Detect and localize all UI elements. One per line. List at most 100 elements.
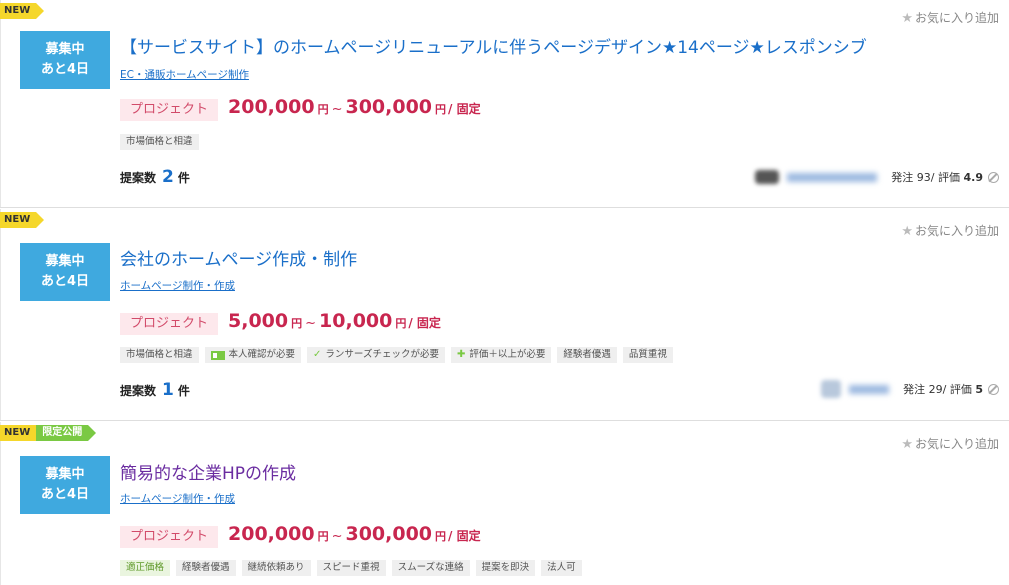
- user-plus-icon: ✚: [456, 349, 466, 360]
- tag: 市場価格と相違: [120, 347, 199, 363]
- tag-label: ランサーズチェックが必要: [325, 349, 439, 360]
- proposals-unit: 件: [177, 384, 190, 398]
- favorite-button[interactable]: ★ お気に入り追加: [901, 222, 999, 239]
- badges: NEW 限定公開: [0, 425, 97, 441]
- client-name-link[interactable]: [787, 172, 878, 182]
- client-rating-label: 評価: [949, 383, 972, 396]
- favorite-label: お気に入り追加: [914, 437, 999, 451]
- job-title-link[interactable]: 【サービスサイト】のホームページリニューアルに伴うページデザイン★14ページ★レ…: [120, 33, 867, 58]
- price-type: / 固定: [448, 529, 481, 543]
- status-label: 募集中: [45, 467, 85, 482]
- days-left: あと4日: [40, 62, 90, 77]
- new-badge: NEW: [0, 212, 45, 228]
- proposals-unit: 件: [177, 171, 190, 185]
- favorite-button[interactable]: ★ お気に入り追加: [901, 435, 999, 452]
- client-rating-label: 評価: [938, 171, 960, 184]
- status-label: 募集中: [45, 42, 85, 57]
- shield-check-icon: ✓: [313, 349, 322, 360]
- id-card-icon: [210, 350, 225, 360]
- price-tilde: ~: [331, 529, 343, 544]
- price-high: 10,000: [319, 310, 393, 332]
- category-link[interactable]: ホームページ制作・作成: [120, 278, 235, 293]
- favorite-label: お気に入り追加: [914, 224, 999, 238]
- block-icon[interactable]: [988, 171, 999, 183]
- client-avatar[interactable]: [821, 380, 842, 398]
- proposal-count: 提案数 1 件: [120, 380, 190, 400]
- tag: ✓ ランサーズチェックが必要: [307, 347, 445, 363]
- yen-unit: 円: [395, 317, 407, 330]
- price-high: 300,000: [345, 523, 433, 545]
- tag-list: 適正価格 経験者優遇 継続依頼あり スピード重視 スムーズな連絡 提案を即決 法…: [120, 560, 582, 576]
- yen-unit: 円: [291, 317, 303, 330]
- tag: 品質重視: [622, 347, 673, 363]
- proposals-number: 1: [162, 380, 174, 400]
- star-icon: ★: [901, 11, 913, 26]
- badges: NEW: [0, 212, 45, 228]
- new-badge: NEW: [0, 3, 45, 19]
- client-rating: 4.9: [963, 170, 984, 184]
- limited-badge: 限定公開: [36, 425, 97, 441]
- days-left: あと4日: [40, 274, 90, 289]
- client-orders: 発注 93/: [891, 171, 935, 184]
- tag: ✚ 評価＋以上が必要: [450, 347, 552, 363]
- tag: 経験者優遇: [557, 347, 617, 363]
- tag-list: 市場価格と相違 本人確認が必要 ✓ ランサーズチェックが必要 ✚ 評価＋以上が必要 …: [120, 347, 673, 363]
- tag-list: 市場価格と相違: [120, 134, 199, 150]
- client-info: 発注 29/ 評価 5: [821, 380, 999, 398]
- category-link[interactable]: EC・通販ホームページ制作: [120, 67, 249, 82]
- status-badge: 募集中 あと4日: [20, 31, 110, 89]
- tag: 市場価格と相違: [120, 134, 199, 150]
- client-orders: 発注 29/: [903, 383, 947, 396]
- category-link[interactable]: ホームページ制作・作成: [120, 491, 235, 506]
- tag: 提案を即決: [475, 560, 536, 576]
- price-tilde: ~: [305, 316, 317, 331]
- job-card: NEW 募集中 あと4日 ★ お気に入り追加 【サービスサイト】のホームページリニ…: [0, 0, 1009, 208]
- favorite-button[interactable]: ★ お気に入り追加: [901, 9, 999, 26]
- status-label: 募集中: [45, 254, 85, 269]
- tag: 経験者優遇: [176, 560, 236, 576]
- star-icon: ★: [901, 437, 913, 452]
- tag-label: 本人確認が必要: [228, 349, 296, 360]
- tag-label: 評価＋以上が必要: [469, 349, 546, 360]
- price-low: 200,000: [228, 523, 315, 545]
- block-icon[interactable]: [988, 383, 999, 395]
- client-info: 発注 93/ 評価 4.9: [755, 169, 999, 185]
- badges: NEW: [0, 3, 45, 19]
- price-low: 5,000: [228, 310, 289, 332]
- job-title-link[interactable]: 簡易的な企業HPの作成: [120, 459, 296, 484]
- client-rating: 5: [975, 382, 983, 396]
- price-low: 200,000: [228, 96, 315, 118]
- client-avatar[interactable]: [755, 170, 780, 184]
- type-tag: プロジェクト: [120, 526, 219, 548]
- yen-unit: 円: [317, 103, 329, 116]
- proposals-label: 提案数: [120, 384, 157, 398]
- price-tilde: ~: [331, 102, 343, 117]
- price-row: プロジェクト 200,000 円 ~300,000 円 / 固定: [120, 96, 481, 121]
- price-type: / 固定: [408, 316, 441, 330]
- tag: 適正価格: [120, 560, 171, 576]
- job-card: NEW 限定公開 募集中 あと4日 ★ お気に入り追加 簡易的な企業HPの作成 ホ…: [0, 422, 1009, 585]
- tag: スムーズな連絡: [391, 560, 470, 576]
- days-left: あと4日: [40, 487, 90, 502]
- tag: スピード重視: [316, 560, 386, 576]
- tag: 法人可: [541, 560, 582, 576]
- yen-unit: 円: [435, 103, 447, 116]
- proposals-number: 2: [162, 167, 174, 187]
- proposals-label: 提案数: [120, 171, 157, 185]
- job-title-link[interactable]: 会社のホームページ作成・制作: [120, 245, 357, 270]
- type-tag: プロジェクト: [120, 99, 219, 121]
- client-name-link[interactable]: [849, 384, 890, 394]
- new-badge: NEW: [0, 425, 37, 441]
- job-card: NEW 募集中 あと4日 ★ お気に入り追加 会社のホームページ作成・制作 ホーム…: [0, 209, 1009, 421]
- price-row: プロジェクト 200,000 円 ~300,000 円 / 固定: [120, 523, 481, 548]
- type-tag: プロジェクト: [120, 313, 219, 335]
- favorite-label: お気に入り追加: [914, 11, 999, 25]
- proposal-count: 提案数 2 件: [120, 167, 190, 187]
- price-high: 300,000: [345, 96, 433, 118]
- tag: 本人確認が必要: [204, 347, 302, 363]
- yen-unit: 円: [435, 530, 447, 543]
- yen-unit: 円: [317, 530, 329, 543]
- status-badge: 募集中 あと4日: [20, 456, 110, 514]
- price-type: / 固定: [448, 102, 481, 116]
- star-icon: ★: [901, 224, 913, 239]
